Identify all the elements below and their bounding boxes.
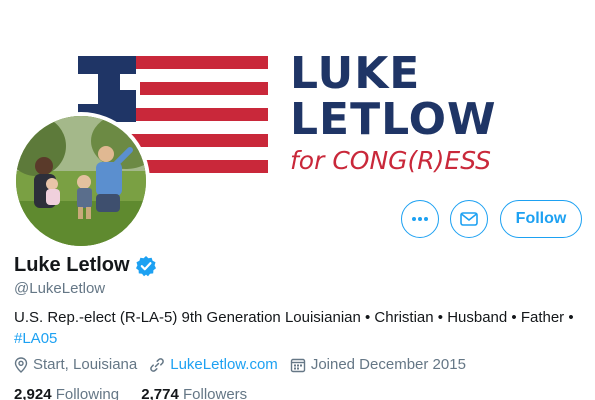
envelope-icon xyxy=(460,212,478,226)
banner-name-line2: LETLOW xyxy=(290,94,497,145)
bio-text: U.S. Rep.-elect (R-LA-5) 9th Generation … xyxy=(14,309,574,326)
follow-button[interactable]: Follow xyxy=(500,200,582,238)
following-label: Following xyxy=(55,386,120,400)
location-text: Start, Louisiana xyxy=(33,356,138,373)
calendar-icon xyxy=(290,358,306,372)
followers-stat[interactable]: 2,774 Followers xyxy=(141,386,247,400)
avatar[interactable] xyxy=(12,112,150,250)
following-stat[interactable]: 2,924 Following xyxy=(14,386,119,400)
display-name: Luke Letlow xyxy=(14,254,130,276)
bio-hashtag-link[interactable]: #LA05 xyxy=(14,330,57,347)
profile-meta: Start, Louisiana LukeLetlow.com Joined D… xyxy=(14,356,478,373)
joined-item: Joined December 2015 xyxy=(290,356,466,373)
verified-badge-icon xyxy=(135,255,157,277)
display-name-row: Luke Letlow xyxy=(14,254,157,277)
banner-tagline: for CONG(R)ESS xyxy=(290,146,492,175)
message-button[interactable] xyxy=(450,200,488,238)
banner-name-line1: LUKE xyxy=(290,48,421,99)
more-icon xyxy=(412,217,428,221)
location-item: Start, Louisiana xyxy=(14,356,137,373)
family-photo xyxy=(16,116,146,246)
location-pin-icon xyxy=(14,356,28,373)
website-link[interactable]: LukeLetlow.com xyxy=(170,356,278,373)
profile-bio: U.S. Rep.-elect (R-LA-5) 9th Generation … xyxy=(14,307,584,349)
follow-stats: 2,924 Following 2,774 Followers xyxy=(14,386,265,400)
joined-text: Joined December 2015 xyxy=(310,356,466,373)
followers-count: 2,774 xyxy=(141,386,179,400)
followers-label: Followers xyxy=(182,386,248,400)
website-item[interactable]: LukeLetlow.com xyxy=(149,356,278,373)
user-handle: @LukeLetlow xyxy=(14,280,106,297)
link-icon xyxy=(150,357,165,372)
following-count: 2,924 xyxy=(14,386,52,400)
more-options-button[interactable] xyxy=(401,200,439,238)
